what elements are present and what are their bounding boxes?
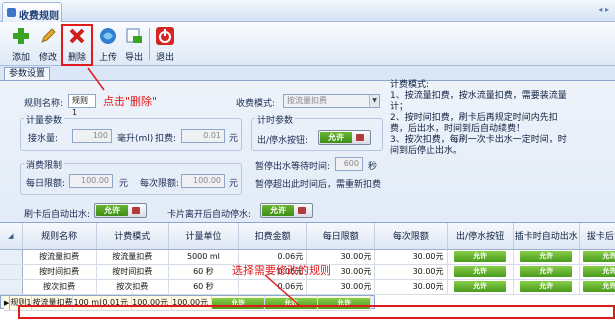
selected-row-highlight-box: [18, 305, 615, 319]
annotation-arrows: [87, 67, 301, 307]
